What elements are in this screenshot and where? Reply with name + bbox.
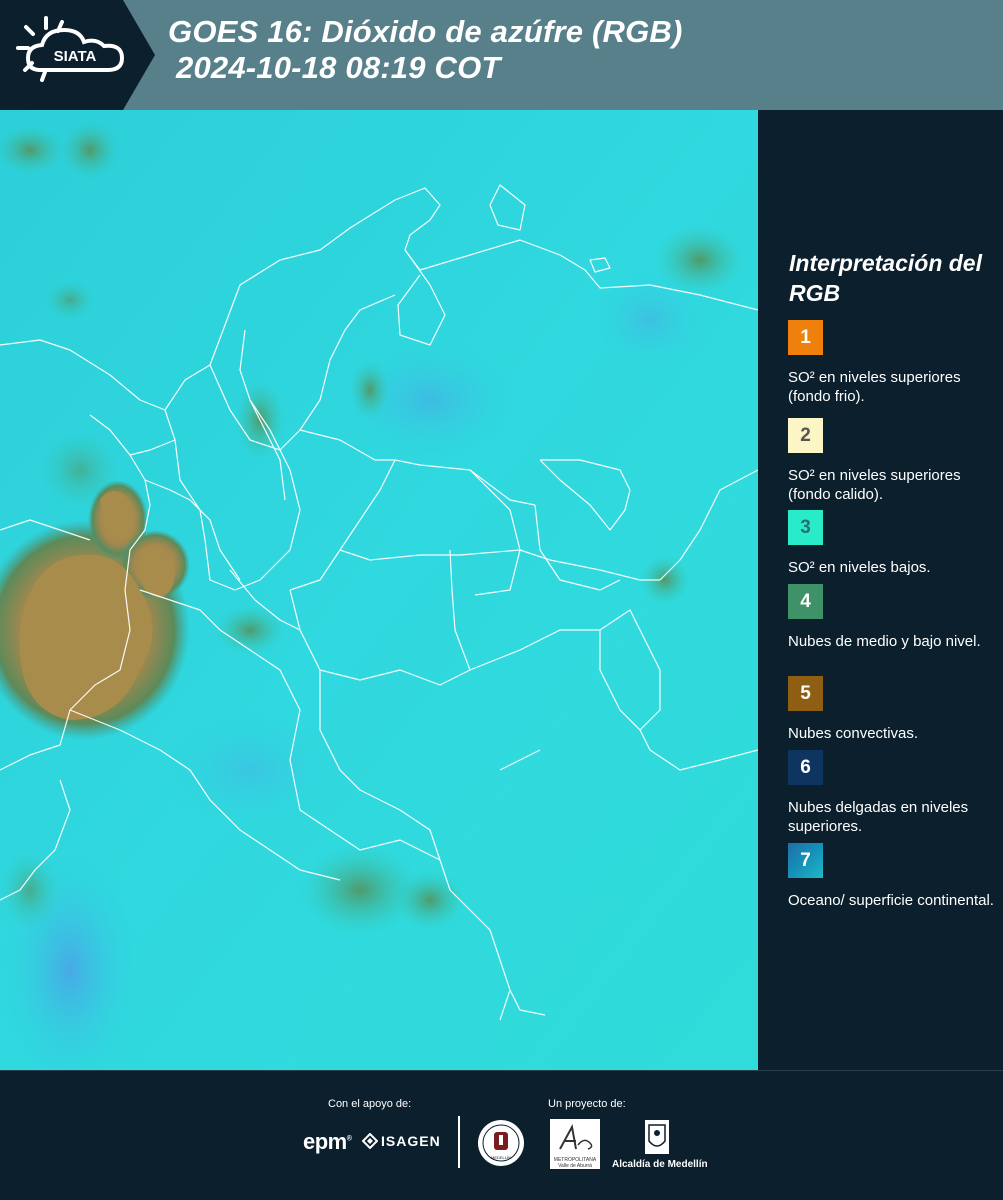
legend-label-7: Oceano/ superficie continental.	[788, 892, 994, 909]
legend-swatch-7: 7	[788, 843, 823, 878]
legend-number-4: 4	[800, 590, 811, 612]
coat-of-arms-icon	[645, 1120, 669, 1154]
legend-label-2: SO² en niveles superiores (fondo calido)…	[788, 467, 961, 503]
legend-item-2: 2 SO² en niveles superiores (fondo calid…	[788, 418, 998, 504]
legend-item-3: 3 SO² en niveles bajos.	[788, 510, 998, 577]
isagen-logo: ISAGEN	[362, 1133, 441, 1149]
title-line-2: 2024-10-18 08:19 COT	[176, 50, 501, 85]
legend-swatch-5: 5	[788, 676, 823, 711]
header-bar: SIATA GOES 16: Dióxido de azúfre (RGB) 2…	[0, 0, 1003, 110]
area-script-icon	[559, 1124, 593, 1150]
legend-number-2: 2	[800, 424, 811, 446]
legend-item-1: 1 SO² en niveles superiores (fondo frio)…	[788, 320, 998, 406]
legend-number-7: 7	[800, 849, 811, 871]
legend-label-1: SO² en niveles superiores (fondo frio).	[788, 369, 961, 405]
legend-swatch-6: 6	[788, 750, 823, 785]
legend-number-5: 5	[800, 682, 811, 704]
isagen-logo-text: ISAGEN	[381, 1133, 441, 1149]
legend-swatch-4: 4	[788, 584, 823, 619]
legend-number-3: 3	[800, 516, 811, 538]
epm-logo: epm®	[303, 1129, 352, 1154]
legend-swatch-2: 2	[788, 418, 823, 453]
isagen-icon	[362, 1133, 378, 1149]
legend-label-4: Nubes de medio y bajo nivel.	[788, 633, 981, 650]
alcaldia-label: Alcaldía de Medellín	[612, 1159, 708, 1170]
legend-item-7: 7 Oceano/ superficie continental.	[788, 843, 998, 910]
seal-icon: MEDELLÍN	[478, 1120, 524, 1166]
legend-title: Interpretación del RGB	[789, 250, 982, 306]
svg-text:MEDELLÍN: MEDELLÍN	[491, 1155, 511, 1160]
footer-bar: Con el apoyo de: Un proyecto de: epm® IS…	[0, 1070, 1003, 1200]
page: SIATA GOES 16: Dióxido de azúfre (RGB) 2…	[0, 0, 1003, 1200]
page-title: GOES 16: Dióxido de azúfre (RGB) 2024-10…	[168, 14, 683, 86]
legend-label-5: Nubes convectivas.	[788, 725, 919, 742]
footer-divider	[458, 1116, 460, 1168]
legend-swatch-3: 3	[788, 510, 823, 545]
alcaldia-logo: Alcaldía de Medellín	[612, 1119, 708, 1170]
legend-panel: Interpretación del RGB 1 SO² en niveles …	[758, 110, 1003, 1070]
area-logo-text: METROPOLITANA Valle de Aburrá	[553, 1157, 597, 1169]
title-line-1: GOES 16: Dióxido de azúfre (RGB)	[168, 14, 683, 49]
legend-number-6: 6	[800, 756, 811, 778]
legend-label-6: Nubes delgadas en niveles superiores.	[788, 799, 969, 835]
logo-text: SIATA	[54, 48, 97, 65]
support-label: Con el apoyo de:	[328, 1098, 412, 1110]
project-label: Un proyecto de:	[548, 1098, 626, 1110]
satellite-map	[0, 110, 758, 1070]
legend-item-5: 5 Nubes convectivas.	[788, 676, 998, 743]
siata-logo: SIATA	[0, 0, 155, 110]
legend-label-3: SO² en niveles bajos.	[788, 559, 931, 576]
area-metropolitana-logo: METROPOLITANA Valle de Aburrá	[550, 1119, 600, 1169]
epm-logo-text: epm	[303, 1129, 347, 1154]
satellite-image	[0, 110, 758, 1070]
legend-item-6: 6 Nubes delgadas en niveles superiores.	[788, 750, 998, 836]
legend-swatch-1: 1	[788, 320, 823, 355]
legend-item-4: 4 Nubes de medio y bajo nivel.	[788, 584, 998, 651]
legend-number-1: 1	[800, 326, 811, 348]
